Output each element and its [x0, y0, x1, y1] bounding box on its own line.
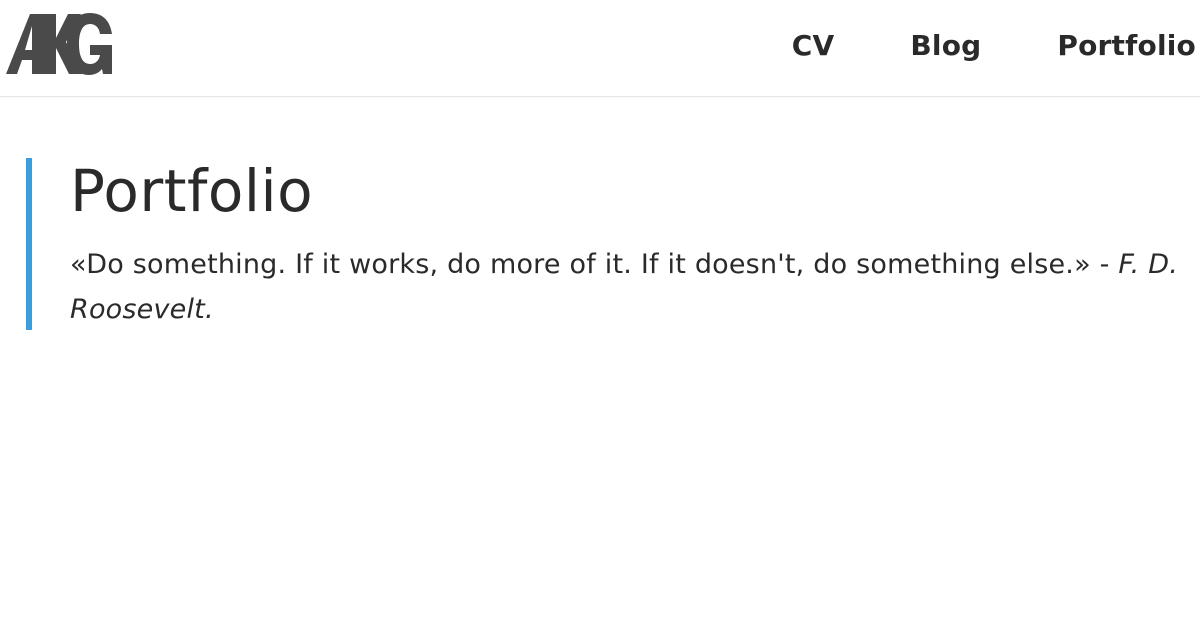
quote: «Do something. If it works, do more of i…: [70, 242, 1178, 332]
nav-link-blog[interactable]: Blog: [910, 29, 981, 62]
site-header: CV Blog Portfolio: [0, 0, 1200, 97]
accent-bar: [26, 158, 32, 330]
nav-link-portfolio[interactable]: Portfolio: [1057, 29, 1196, 62]
portfolio-intro: Portfolio «Do something. If it works, do…: [26, 157, 1186, 332]
nav-link-cv[interactable]: CV: [792, 29, 835, 62]
page-title: Portfolio: [70, 157, 314, 225]
quote-text: «Do something. If it works, do more of i…: [70, 249, 1119, 280]
akg-logo[interactable]: [4, 12, 114, 76]
main-nav: CV Blog Portfolio: [792, 0, 1196, 90]
